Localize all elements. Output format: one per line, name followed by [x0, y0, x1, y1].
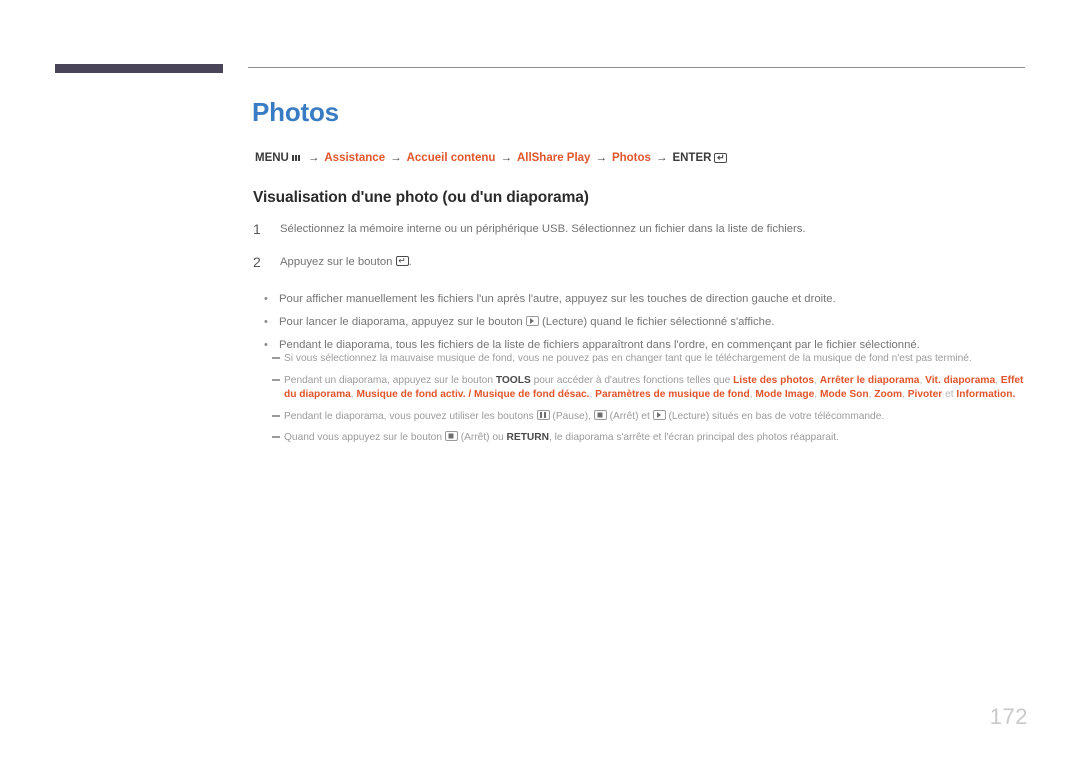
list-item: Si vous sélectionnez la mauvaise musique…: [272, 352, 1028, 367]
subnote-mid: (Arrêt) ou: [457, 432, 507, 444]
option-musique-de-fond-activ-desac[interactable]: Musique de fond activ. / Musique de fond…: [356, 389, 589, 400]
subnote-end: , le diaporama s'arrête et l'écran princ…: [549, 432, 839, 444]
breadcrumb-enter-label: ENTER: [672, 152, 712, 164]
option-pivoter[interactable]: Pivoter: [908, 389, 943, 400]
stop-icon: [593, 409, 607, 420]
breadcrumb-menu-label: MENU: [255, 152, 289, 164]
step-number: 2: [253, 254, 261, 270]
dash-marker-icon: [272, 436, 284, 439]
stop-icon: [444, 431, 458, 442]
subnote-lead: Pendant le diaporama, vous pouvez utilis…: [284, 410, 537, 422]
subnote-text: Quand vous appuyez sur le bouton (Arrêt)…: [284, 431, 839, 446]
section-heading: Visualisation d'une photo (ou d'un diapo…: [253, 189, 589, 206]
subnote-lead: Pendant un diaporama, appuyez sur le bou…: [284, 374, 496, 386]
bullet-marker: •: [264, 316, 268, 328]
list-item: 1 Sélectionnez la mémoire interne ou un …: [253, 222, 1023, 237]
page-number: 172: [989, 704, 1028, 729]
return-button-label: RETURN: [506, 432, 549, 444]
breadcrumb-item-photos[interactable]: Photos: [612, 152, 651, 164]
bullet-text: Pour lancer le diaporama, appuyez sur le…: [279, 315, 774, 329]
play-label: (Lecture) situés en bas de votre télécom…: [665, 410, 885, 422]
list-item: • Pour afficher manuellement les fichier…: [264, 292, 1024, 306]
subnote-text: Pendant le diaporama, vous pouvez utilis…: [284, 409, 885, 425]
bullet-text-prefix: Pour lancer le diaporama, appuyez sur le…: [279, 316, 526, 328]
dash-marker-icon: [272, 378, 284, 381]
pause-label: (Pause),: [549, 410, 594, 422]
enter-return-icon: ↵: [395, 256, 409, 266]
subnote-end: .: [1012, 389, 1016, 401]
bullet-text-suffix: (Lecture) quand le fichier sélectionné s…: [538, 316, 775, 328]
list-item: 2 Appuyez sur le bouton ↵.: [253, 255, 1023, 270]
dash-marker-icon: [272, 357, 284, 359]
list-item: • Pour lancer le diaporama, appuyez sur …: [264, 315, 1024, 329]
step-text-prefix: Appuyez sur le bouton: [280, 256, 396, 268]
breadcrumb-arrow: →: [595, 152, 607, 164]
breadcrumb-arrow: →: [390, 152, 402, 164]
subnote-text: Pendant un diaporama, appuyez sur le bou…: [284, 374, 1024, 401]
corner-accent-bar: [55, 64, 223, 73]
pause-icon: [536, 409, 550, 420]
list-item: Quand vous appuyez sur le bouton (Arrêt)…: [272, 431, 1028, 446]
option-mode-son[interactable]: Mode Son: [820, 389, 869, 400]
step-text: Sélectionnez la mémoire interne ou un pé…: [280, 223, 806, 235]
option-mode-image[interactable]: Mode Image: [755, 389, 814, 400]
tools-button-label: TOOLS: [495, 374, 531, 386]
bullet-text: Pour afficher manuellement les fichiers …: [279, 293, 836, 305]
option-parametres-de-musique-de-fond[interactable]: Paramètres de musique de fond: [595, 389, 750, 400]
bullet-marker: •: [264, 339, 268, 351]
breadcrumb: MENU → Assistance → Accueil contenu → Al…: [255, 152, 728, 164]
list-item: • Pendant le diaporama, tous les fichier…: [264, 338, 1024, 352]
numbered-steps-list: 1 Sélectionnez la mémoire interne ou un …: [253, 222, 1023, 288]
header-divider: [248, 67, 1025, 68]
subnote-text: Si vous sélectionnez la mauvaise musique…: [284, 353, 972, 364]
breadcrumb-item-assistance[interactable]: Assistance: [324, 152, 385, 164]
breadcrumb-item-accueil-contenu[interactable]: Accueil contenu: [407, 152, 496, 164]
stop-label: (Arrêt) et: [606, 410, 653, 422]
subnote-conjunction: et: [942, 389, 957, 401]
subnote-lead: Quand vous appuyez sur le bouton: [284, 432, 445, 444]
page-title: Photos: [252, 97, 339, 127]
menu-bars-icon: [289, 153, 303, 164]
option-arreter-le-diaporama[interactable]: Arrêter le diaporama: [820, 375, 920, 386]
step-text: Appuyez sur le bouton ↵.: [280, 255, 412, 270]
option-vit-diaporama[interactable]: Vit. diaporama: [925, 375, 995, 386]
enter-return-icon: ↵: [714, 153, 728, 163]
bullet-list: • Pour afficher manuellement les fichier…: [264, 292, 1024, 361]
step-text-suffix: .: [408, 256, 412, 268]
bullet-marker: •: [264, 293, 268, 305]
play-icon: [652, 409, 666, 420]
subnote-list: Si vous sélectionnez la mauvaise musique…: [272, 352, 1028, 453]
list-item: Pendant un diaporama, appuyez sur le bou…: [272, 374, 1028, 403]
breadcrumb-item-allshare-play[interactable]: AllShare Play: [517, 152, 591, 164]
option-liste-des-photos[interactable]: Liste des photos: [733, 375, 814, 386]
option-zoom[interactable]: Zoom: [874, 389, 902, 400]
step-number: 1: [253, 221, 261, 237]
breadcrumb-arrow: →: [500, 152, 512, 164]
list-item: Pendant le diaporama, vous pouvez utilis…: [272, 409, 1028, 425]
subnote-mid: pour accéder à d'autres fonctions telles…: [530, 374, 734, 386]
breadcrumb-arrow: →: [655, 152, 668, 164]
option-information[interactable]: Information: [956, 389, 1012, 400]
bullet-text: Pendant le diaporama, tous les fichiers …: [279, 339, 920, 351]
dash-marker-icon: [272, 414, 284, 417]
breadcrumb-arrow: →: [307, 152, 320, 164]
play-icon: [525, 316, 539, 326]
